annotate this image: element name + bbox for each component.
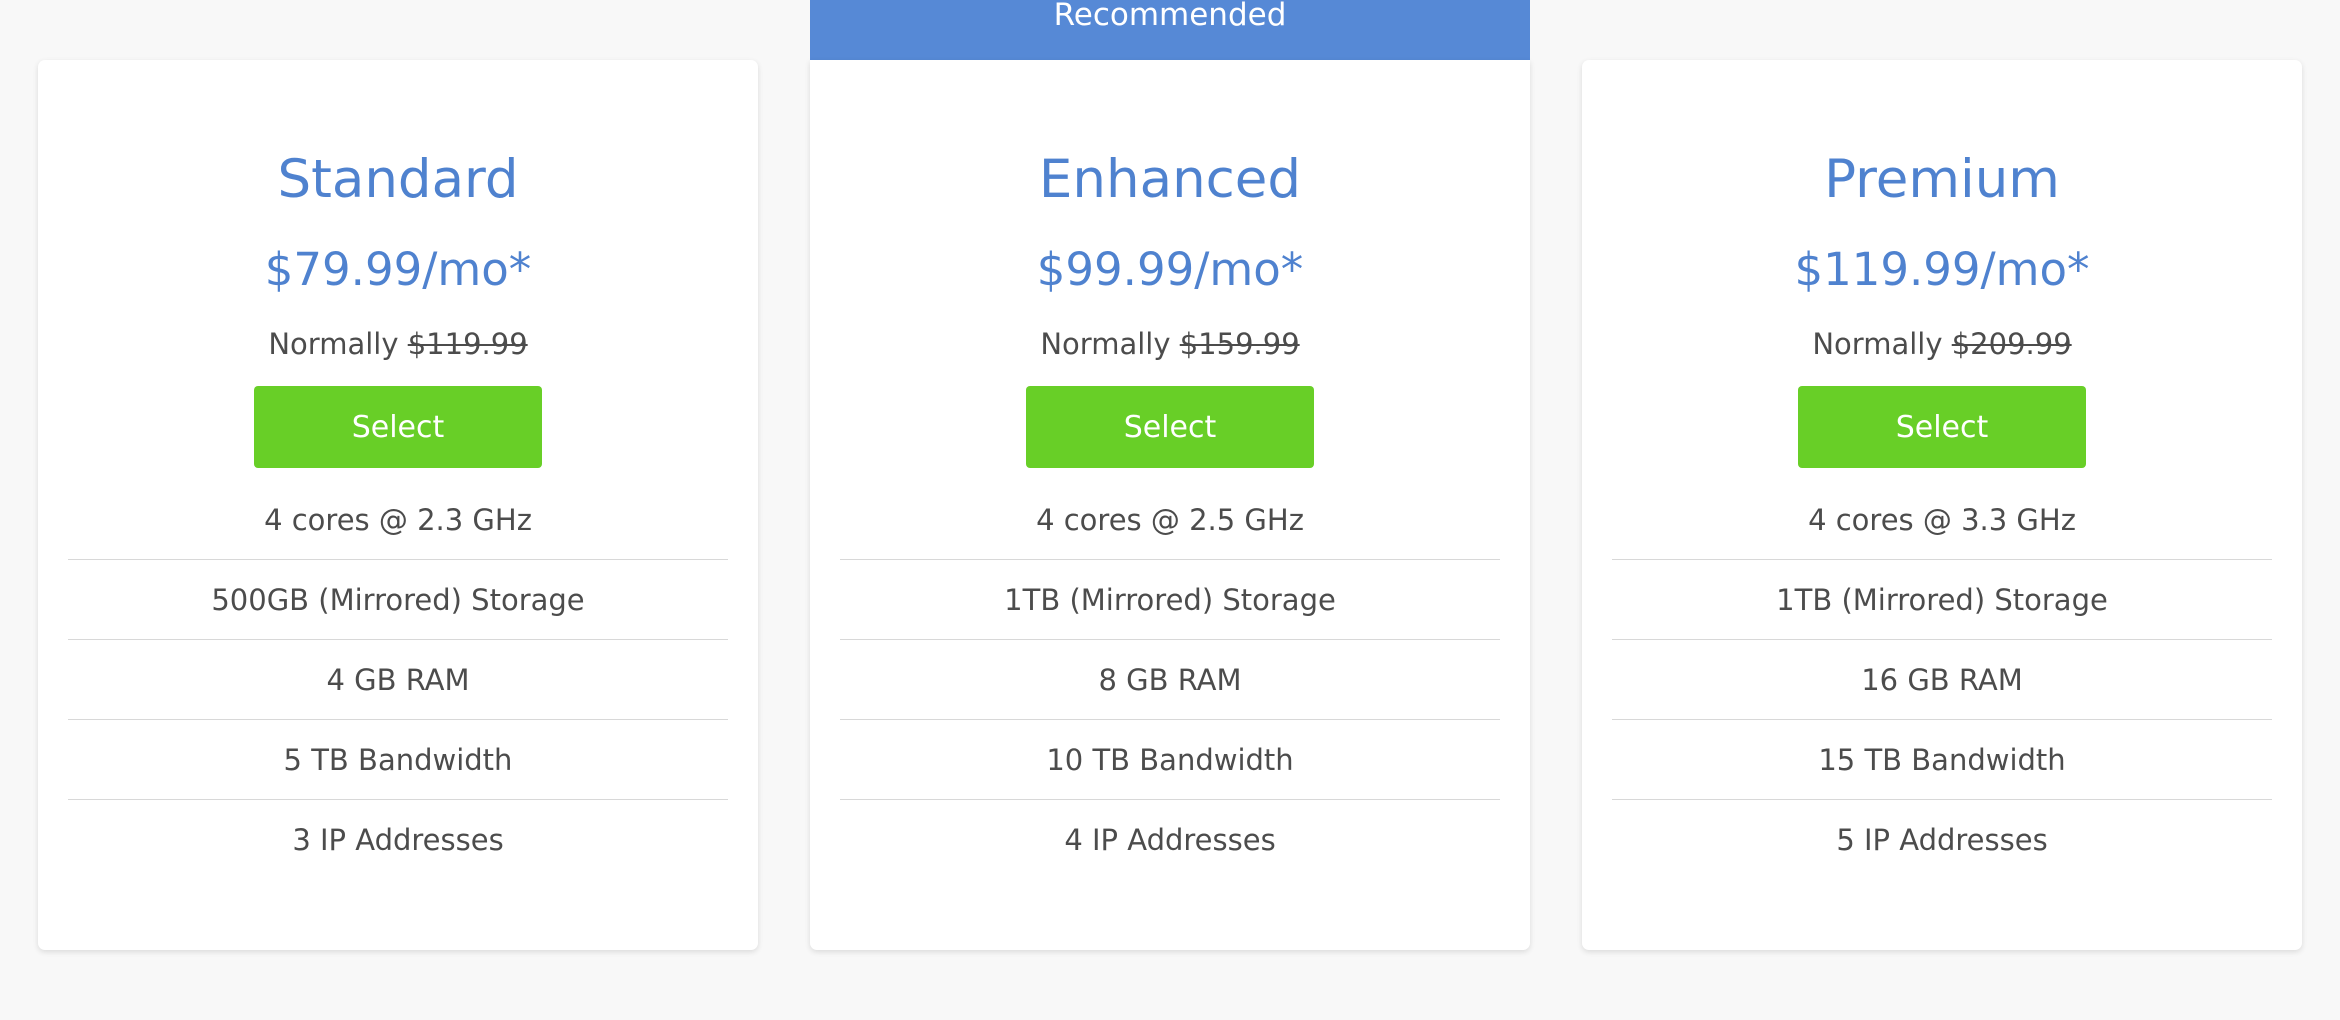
feature-bandwidth: 5 TB Bandwidth: [68, 720, 728, 800]
feature-ip-addresses: 5 IP Addresses: [1836, 823, 2048, 857]
feature-ip-addresses: 4 IP Addresses: [1064, 823, 1276, 857]
plan-normal-price: Normally $159.99: [810, 322, 1530, 366]
select-standard-button[interactable]: Select: [254, 386, 542, 468]
feature-bandwidth: 15 TB Bandwidth: [1612, 720, 2272, 800]
select-premium-button[interactable]: Select: [1798, 386, 2086, 468]
plan-name: Standard: [277, 149, 519, 210]
old-price: $119.99: [407, 327, 528, 361]
recommended-banner: Recommended: [810, 0, 1530, 60]
old-price: $159.99: [1179, 327, 1300, 361]
plan-price: $99.99/mo*: [1036, 243, 1304, 296]
feature-storage: 1TB (Mirrored) Storage: [1612, 560, 2272, 640]
normally-label: Normally: [268, 327, 399, 361]
normally-label: Normally: [1040, 327, 1171, 361]
plan-price: $119.99/mo*: [1794, 243, 2090, 296]
feature-cpu: 4 cores @ 3.3 GHz: [1612, 480, 2272, 560]
feature-list: 4 cores @ 2.5 GHz 1TB (Mirrored) Storage…: [840, 480, 1500, 880]
feature-cpu: 4 cores @ 2.3 GHz: [68, 480, 728, 560]
plan-price: $79.99/mo*: [264, 243, 532, 296]
old-price: $209.99: [1951, 327, 2072, 361]
plan-normal-price: Normally $209.99: [1582, 322, 2302, 366]
plan-name: Premium: [1824, 149, 2060, 210]
feature-ram: 4 GB RAM: [68, 640, 728, 720]
plan-card-standard: Standard $79.99/mo* Normally $119.99 Sel…: [38, 60, 758, 950]
select-enhanced-button[interactable]: Select: [1026, 386, 1314, 468]
plan-card-premium: Premium $119.99/mo* Normally $209.99 Sel…: [1582, 60, 2302, 950]
feature-bandwidth: 10 TB Bandwidth: [840, 720, 1500, 800]
plan-name: Enhanced: [1038, 149, 1302, 210]
feature-storage: 500GB (Mirrored) Storage: [68, 560, 728, 640]
plan-normal-price: Normally $119.99: [38, 322, 758, 366]
feature-storage: 1TB (Mirrored) Storage: [840, 560, 1500, 640]
feature-cpu: 4 cores @ 2.5 GHz: [840, 480, 1500, 560]
feature-ip-addresses: 3 IP Addresses: [292, 823, 504, 857]
pricing-plans: Recommended Standard $79.99/mo* Normally…: [0, 0, 2340, 1020]
normally-label: Normally: [1812, 327, 1943, 361]
feature-ram: 8 GB RAM: [840, 640, 1500, 720]
feature-list: 4 cores @ 2.3 GHz 500GB (Mirrored) Stora…: [68, 480, 728, 880]
plan-card-enhanced: Enhanced $99.99/mo* Normally $159.99 Sel…: [810, 60, 1530, 950]
feature-ram: 16 GB RAM: [1612, 640, 2272, 720]
feature-list: 4 cores @ 3.3 GHz 1TB (Mirrored) Storage…: [1612, 480, 2272, 880]
